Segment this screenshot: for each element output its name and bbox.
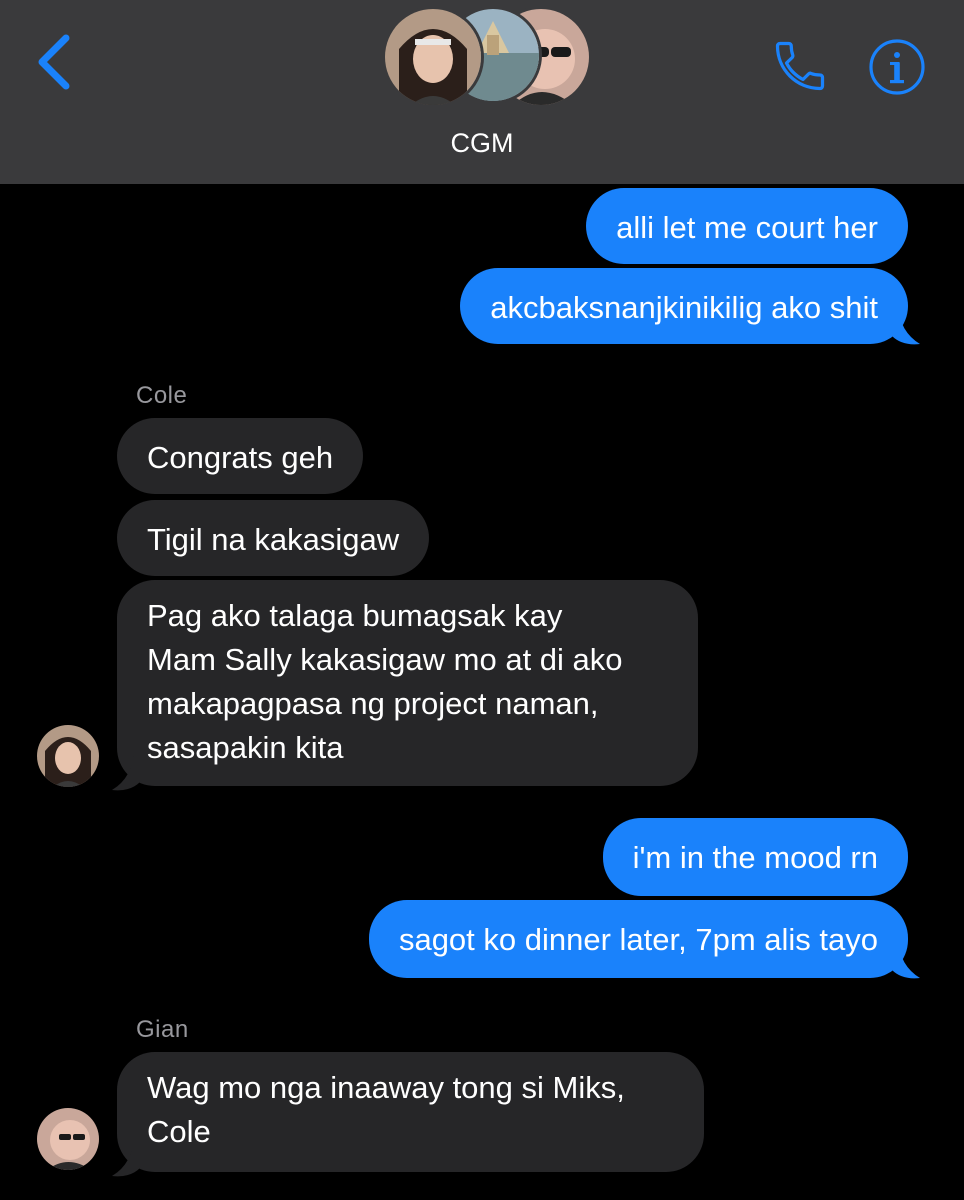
bubble-tail	[112, 752, 140, 791]
messages-screen: CGM alli let me court her akcbaksnanjkin…	[0, 0, 964, 1200]
info-icon	[869, 39, 925, 95]
message-text: akcbaksnanjkinikilig ako shit	[490, 290, 878, 325]
message-bubble-received[interactable]: Wag mo nga inaaway tong si Miks, Cole	[117, 1052, 704, 1172]
bubble-tail	[892, 306, 920, 345]
group-avatars[interactable]	[382, 6, 592, 110]
message-line: Cole	[147, 1114, 211, 1149]
message-bubble-received[interactable]: Congrats geh	[117, 418, 364, 494]
message-bubble-sent[interactable]: i'm in the mood rn	[602, 818, 908, 896]
chevron-left-icon	[38, 34, 70, 90]
phone-icon	[775, 41, 825, 91]
bubble-tail	[892, 940, 920, 979]
message-text: alli let me court her	[616, 210, 878, 245]
bubble-tail	[112, 1138, 140, 1177]
message-line: makapagpasa ng project naman,	[147, 686, 599, 721]
message-text: Tigil na kakasigaw	[147, 522, 400, 557]
message-bubble-received[interactable]: Tigil na kakasigaw	[117, 500, 430, 576]
message-bubble-sent[interactable]: akcbaksnanjkinikilig ako shit	[460, 268, 908, 344]
message-bubble-sent[interactable]: sagot ko dinner later, 7pm alis tayo	[368, 900, 908, 978]
message-line: Pag ako talaga bumagsak kay	[147, 598, 563, 633]
group-avatar-1	[382, 6, 484, 108]
info-button[interactable]	[868, 38, 926, 96]
message-list[interactable]: alli let me court her akcbaksnanjkinikil…	[0, 184, 964, 1200]
conversation-header: CGM	[0, 0, 964, 184]
message-line: Mam Sally kakasigaw mo at di ako	[147, 642, 623, 677]
avatar-gian[interactable]	[37, 1108, 99, 1170]
avatar-cole[interactable]	[37, 725, 99, 787]
message-bubble-sent[interactable]: alli let me court her	[586, 188, 908, 264]
message-line: Wag mo nga inaaway tong si Miks,	[147, 1070, 625, 1105]
message-line: sasapakin kita	[147, 730, 344, 765]
message-text: Congrats geh	[147, 440, 334, 475]
call-button[interactable]	[770, 36, 830, 96]
sender-name: Cole	[136, 382, 188, 409]
message-text: sagot ko dinner later, 7pm alis tayo	[398, 922, 878, 957]
sender-name: Gian	[136, 1016, 189, 1043]
chat-title[interactable]: CGM	[0, 128, 964, 159]
message-bubble-received[interactable]: Pag ako talaga bumagsak kay Mam Sally ka…	[117, 580, 698, 786]
message-text: i'm in the mood rn	[632, 840, 878, 875]
back-button[interactable]	[30, 30, 80, 94]
